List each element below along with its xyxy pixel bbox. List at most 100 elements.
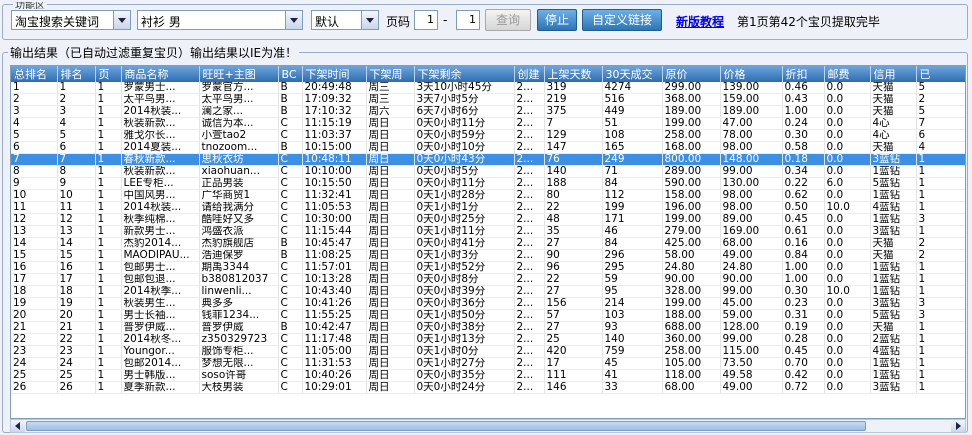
table-row[interactable]: 18 18 1 2014秋季... linwenli... C 10:43:40 周日 0天0小… bbox=[11, 285, 965, 298]
table-cell: 0.0 bbox=[824, 369, 871, 382]
table-row[interactable]: 26 26 1 夏季新款... 大枝男装 C 10:29:01 周日 0天0小时24分 2... 1… bbox=[11, 381, 965, 394]
table-row[interactable]: 8 8 1 秋装新款... xiaohuan... C 10:10:00 周日 0天0小时5分 2… bbox=[11, 165, 965, 178]
column-header[interactable]: BC bbox=[278, 66, 303, 82]
table-row[interactable]: 10 10 1 中国风男... 广华商贸1 C 11:32:41 周日 0天1小时28分 2...… bbox=[11, 189, 965, 202]
table-row[interactable]: 13 13 1 新款男士... 鸿盛衣派 C 11:15:44 周日 0天1小时11分 2... 3… bbox=[11, 225, 965, 238]
page-from-input[interactable]: 1 bbox=[414, 10, 438, 30]
table-cell: 1 bbox=[916, 345, 965, 358]
column-header[interactable]: 创建 bbox=[514, 66, 545, 82]
search-type-select[interactable]: 淘宝搜索关键词 bbox=[11, 10, 131, 30]
table-cell: 0.43 bbox=[782, 93, 825, 106]
table-row[interactable]: 21 21 1 普罗伊威... 普罗伊威 B 10:42:47 周日 0天0小时38分 2... 2… bbox=[11, 321, 965, 334]
table-cell: 146 bbox=[544, 381, 603, 394]
column-header[interactable]: 下架周 bbox=[366, 66, 415, 82]
column-header[interactable]: 信用 bbox=[870, 66, 917, 82]
custom-link-button[interactable]: 自定义链接 bbox=[582, 9, 662, 31]
table-cell: 诚信为本... bbox=[199, 117, 279, 130]
table-cell: 周日 bbox=[366, 249, 415, 262]
table-row[interactable]: 12 12 1 秋季纯棉... 酷哇好又多 C 10:30:00 周日 0天0小时25分 2...… bbox=[11, 213, 965, 226]
chevron-down-icon[interactable] bbox=[285, 11, 302, 29]
table-cell: 0.22 bbox=[782, 177, 825, 190]
sort-select[interactable]: 默认 bbox=[311, 10, 379, 30]
column-header[interactable]: 页 bbox=[95, 66, 122, 82]
scrollbar-thumb[interactable] bbox=[26, 421, 866, 431]
page-to-input[interactable]: 1 bbox=[456, 10, 480, 30]
results-table[interactable]: 总排名 排名页商品名称 旺旺+主图 BC 下架时间 下架周 下架剩余 创建 上架天数 30天成交原… bbox=[10, 65, 966, 419]
column-header[interactable]: 下架剩余 bbox=[414, 66, 515, 82]
table-row[interactable]: 11 11 1 2014秋装... 请给我满分 C 11:05:53 周日 0天1小时1分 2..… bbox=[11, 201, 965, 214]
table-cell: 2... bbox=[514, 189, 545, 202]
table-row[interactable]: 20 20 1 男士长袖... 钱菲1234... C 11:55:25 周日 0天1小时50分… bbox=[11, 309, 965, 322]
table-cell: 199 bbox=[602, 201, 663, 214]
table-cell: 420 bbox=[544, 345, 603, 358]
table-cell: 10:29:01 bbox=[302, 381, 367, 394]
table-cell: 0天0小时24分 bbox=[414, 381, 515, 394]
table-cell: 1 bbox=[95, 261, 122, 274]
table-cell: 328.00 bbox=[662, 285, 721, 298]
table-row[interactable]: 25 25 1 男士韩版... soso许哥 C 10:40:26 周日 0天0小时35分 2..… bbox=[11, 369, 965, 382]
chevron-down-icon[interactable] bbox=[361, 11, 378, 29]
table-header: 总排名 排名页商品名称 旺旺+主图 BC 下架时间 下架周 下架剩余 创建 上架天数 30天成交原… bbox=[11, 66, 965, 82]
table-cell: 3蓝钻 bbox=[870, 153, 917, 166]
table-row[interactable]: 17 17 1 包邮包退... b380812037 C 10:13:28 周日 0天0小时8分… bbox=[11, 273, 965, 286]
table-cell: 2... bbox=[514, 237, 545, 250]
scroll-left-icon[interactable] bbox=[11, 420, 25, 432]
table-cell: 11:31:53 bbox=[302, 357, 367, 370]
output-title: 输出结果（已自动过滤重复宝贝）输出结果以IE为准！ bbox=[8, 44, 300, 61]
table-row[interactable]: 14 14 1 杰豹2014... 杰豹旗舰店 B 10:45:47 周日 0天0小时41分 2.… bbox=[11, 237, 965, 250]
column-header[interactable]: 原价 bbox=[662, 66, 721, 82]
table-row[interactable]: 19 19 1 秋装男生... 典多多 C 10:41:26 周日 0天0小时36分 2... 15… bbox=[11, 297, 965, 310]
table-cell: 典多多 bbox=[199, 297, 279, 310]
column-header[interactable]: 折扣 bbox=[782, 66, 825, 82]
table-cell: 罗蒙官方... bbox=[199, 82, 279, 94]
table-cell: 7 bbox=[57, 153, 96, 166]
table-cell: Youngor... bbox=[121, 345, 200, 358]
table-row[interactable]: 1 1 1 罗蒙男士... 罗蒙官方... B 20:49:48 周三 3天10小时45分 2..… bbox=[11, 82, 965, 94]
column-header[interactable]: 30天成交 bbox=[602, 66, 663, 82]
table-cell: 147 bbox=[544, 141, 603, 154]
table-row[interactable]: 23 23 1 Youngor... 服饰专柜... C 11:05:00 周日 0天1小时0分… bbox=[11, 345, 965, 358]
column-header[interactable]: 邮费 bbox=[824, 66, 871, 82]
table-row[interactable]: 5 5 1 雅戈尔长... 小萱tao2 C 11:03:37 周日 0天0小时59分 2... 1… bbox=[11, 129, 965, 142]
column-header[interactable]: 排名 bbox=[57, 66, 96, 82]
table-row[interactable]: 22 22 1 2014秋冬... z350329723 C 11:17:48 周日 0天1小时… bbox=[11, 333, 965, 346]
keyword-combo[interactable]: 衬衫 男 bbox=[137, 10, 303, 30]
table-cell: 11:57:01 bbox=[302, 261, 367, 274]
table-cell: 48 bbox=[544, 213, 603, 226]
table-cell: 0.0 bbox=[824, 357, 871, 370]
table-cell: 169.00 bbox=[720, 225, 783, 238]
table-row[interactable]: 2 2 1 太平鸟男... 太平鸟男... B 17:09:32 周三 3天7小时5分 2... 2… bbox=[11, 93, 965, 106]
table-row[interactable]: 15 15 1 MAODIPAU... 浩迪保罗 B 11:08:25 周日 0天1小时3分 2.… bbox=[11, 249, 965, 262]
table-row[interactable]: 16 16 1 包邮男士... 期禹3344 C 11:57:01 周日 0天1小时52分 2..… bbox=[11, 261, 965, 274]
column-header[interactable]: 下架时间 bbox=[302, 66, 367, 82]
table-cell: 11:08:25 bbox=[302, 249, 367, 262]
table-row[interactable]: 6 6 1 2014夏装... tnozoom... B 10:15:00 周日 0天0小时10… bbox=[11, 141, 965, 154]
table-cell: 58.00 bbox=[662, 249, 721, 262]
horizontal-scrollbar[interactable] bbox=[10, 419, 966, 433]
table-row[interactable]: 24 24 1 包邮2014... 梦想无限... C 11:31:53 周日 0天1小时27分… bbox=[11, 357, 965, 370]
column-header[interactable]: 总排名 bbox=[11, 66, 58, 82]
query-button[interactable]: 查询 bbox=[485, 9, 531, 31]
table-row[interactable]: 4 4 1 秋装新款... 诚信为本... C 11:15:19 周日 0天0小时11分 2...… bbox=[11, 117, 965, 130]
table-cell: 普罗伊威... bbox=[121, 321, 200, 334]
table-cell: 周日 bbox=[366, 153, 415, 166]
stop-button[interactable]: 停止 bbox=[537, 9, 577, 31]
table-row[interactable]: 9 9 1 LEE专柜... 正品男装 C 10:15:50 周日 0天0小时11分 2... 18… bbox=[11, 177, 965, 190]
chevron-down-icon[interactable] bbox=[113, 11, 130, 29]
table-cell: 59 bbox=[602, 273, 663, 286]
table-cell: 0天1小时27分 bbox=[414, 357, 515, 370]
column-header[interactable]: 上架天数 bbox=[544, 66, 603, 82]
table-row[interactable]: 7 7 1 春秋新款... 思秋衣坊 C 10:48:11 周日 0天0小时43分 2... 76 2… bbox=[11, 153, 965, 166]
tutorial-link[interactable]: 新版教程 bbox=[676, 13, 724, 30]
column-header[interactable]: 已 bbox=[916, 66, 965, 82]
table-cell: 2... bbox=[514, 273, 545, 286]
column-header[interactable]: 商品名称 bbox=[121, 66, 200, 82]
scroll-right-icon[interactable] bbox=[951, 420, 965, 432]
table-row[interactable]: 3 3 1 2014秋装... 澜之家... B 17:10:32 周六 6天7小时6分 2...… bbox=[11, 105, 965, 118]
table-cell: 周日 bbox=[366, 273, 415, 286]
table-cell: 115.00 bbox=[720, 345, 783, 358]
column-header[interactable]: 旺旺+主图 bbox=[199, 66, 279, 82]
table-cell: 2... bbox=[514, 333, 545, 346]
table-cell: 289.00 bbox=[662, 165, 721, 178]
column-header[interactable]: 价格 bbox=[720, 66, 783, 82]
